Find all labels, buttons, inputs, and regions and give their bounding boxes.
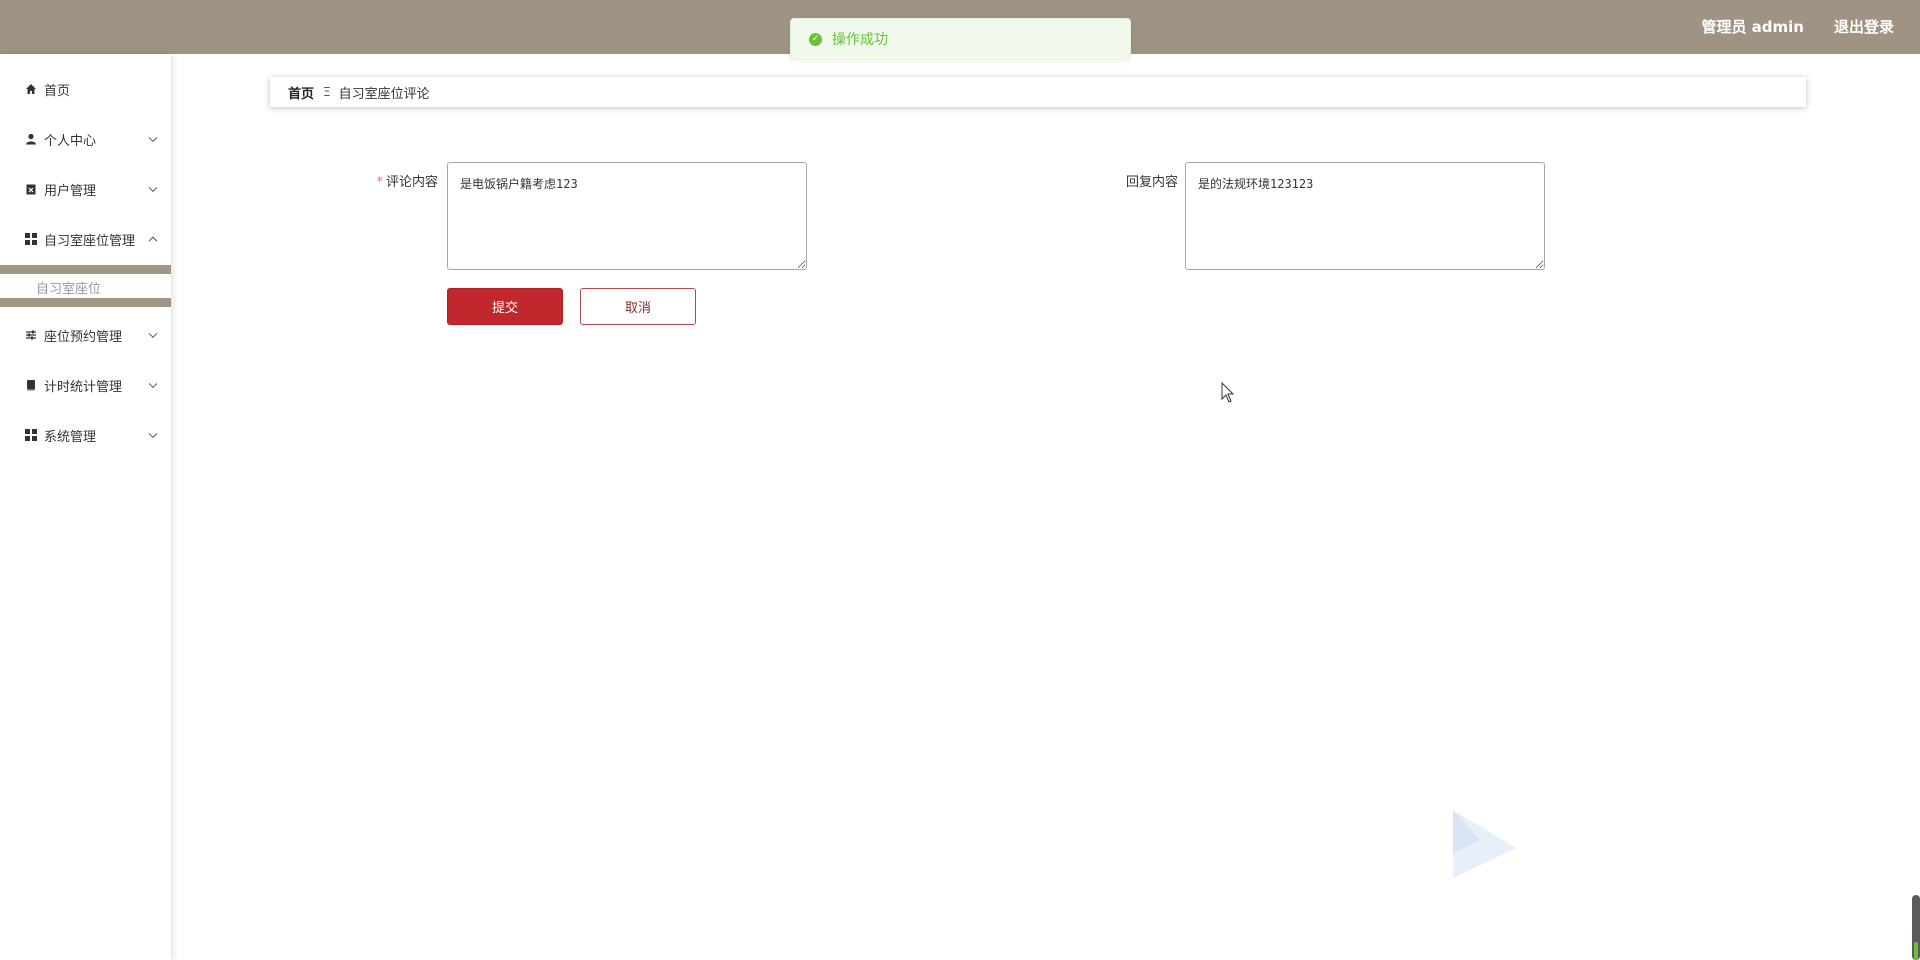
chevron-down-icon: [148, 133, 158, 143]
reply-textarea[interactable]: 是的法规环境123123: [1185, 162, 1545, 270]
chevron-down-icon: [148, 183, 158, 193]
chevron-down-icon: [148, 329, 158, 339]
submenu-divider: [0, 298, 171, 307]
breadcrumb: 首页 Ξ 自习室座位评论: [270, 77, 1806, 107]
sidebar-item-reservation-management[interactable]: 座位预约管理: [0, 310, 171, 360]
breadcrumb-current: 自习室座位评论: [338, 86, 430, 102]
book-icon: [25, 379, 37, 391]
user-icon: [25, 133, 37, 145]
logout-link[interactable]: 退出登录: [1834, 0, 1894, 54]
cancel-button[interactable]: 取消: [580, 288, 696, 325]
chevron-up-icon: [148, 236, 158, 246]
sidebar-item-timing-statistics[interactable]: 计时统计管理: [0, 360, 171, 410]
sidebar-item-label: 座位预约管理: [44, 329, 123, 345]
breadcrumb-separator: Ξ: [323, 85, 331, 99]
breadcrumb-home[interactable]: 首页: [288, 83, 314, 102]
required-mark: *: [376, 175, 383, 190]
chevron-down-icon: [148, 379, 158, 389]
sidebar-item-label: 个人中心: [44, 133, 97, 149]
check-circle-icon: ✓: [809, 32, 822, 46]
scrollbar-thumb[interactable]: [1912, 895, 1920, 960]
sidebar-item-label: 系统管理: [44, 429, 97, 445]
sidebar-item-personal-center[interactable]: 个人中心: [0, 114, 171, 164]
sidebar-item-user-management[interactable]: 用户管理: [0, 164, 171, 214]
play-logo-icon: [1450, 808, 1520, 887]
chevron-down-icon: [148, 429, 158, 439]
sidebar-item-label: 用户管理: [44, 183, 97, 199]
home-icon: [25, 83, 37, 95]
toast-message: 操作成功: [832, 32, 888, 48]
submenu-divider: [0, 265, 171, 274]
comment-label-text: 评论内容: [385, 175, 438, 190]
sliders-icon: [25, 329, 37, 341]
comment-label: * 评论内容: [370, 171, 438, 190]
current-user-label: 管理员 admin: [1701, 18, 1804, 36]
success-toast: ✓ 操作成功: [790, 18, 1131, 60]
grid-icon: [25, 233, 37, 245]
sidebar: 首页 个人中心 用户管理 自习室座位管理 自习室座位 座位预约管理 计时统计管理…: [0, 54, 171, 960]
submit-button[interactable]: 提交: [447, 288, 563, 325]
comment-textarea[interactable]: 是电饭锅户籍考虑123: [447, 162, 807, 270]
sidebar-item-label: 自习室座位管理: [44, 233, 136, 249]
sidebar-item-home[interactable]: 首页: [0, 64, 171, 114]
sidebar-item-label: 计时统计管理: [44, 379, 123, 395]
reply-label: 回复内容: [1125, 175, 1178, 190]
sidebar-item-system-management[interactable]: 系统管理: [0, 410, 171, 460]
mouse-cursor-icon: [1221, 381, 1235, 408]
grid-icon: [25, 429, 37, 441]
sidebar-item-label: 首页: [44, 83, 71, 99]
clipboard-x-icon: [25, 183, 37, 195]
sidebar-item-seat-management[interactable]: 自习室座位管理: [0, 214, 171, 264]
